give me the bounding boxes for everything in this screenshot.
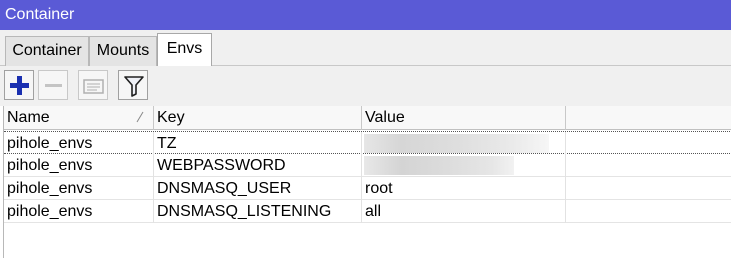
tab-container[interactable]: Container: [5, 36, 89, 66]
plus-icon: [10, 76, 29, 95]
column-header-key[interactable]: Key: [154, 106, 362, 130]
window-title: Container: [5, 6, 75, 23]
cell-key: DNSMASQ_USER: [154, 177, 362, 200]
column-header-label: Value: [365, 109, 405, 126]
envs-table: Name Key Value pihole_envs TZ pihole_env…: [3, 106, 731, 258]
table-row[interactable]: pihole_envs WEBPASSWORD: [4, 154, 731, 177]
redacted-value: [364, 134, 549, 153]
table-row[interactable]: pihole_envs DNSMASQ_USER root: [4, 177, 731, 200]
comment-icon: [83, 79, 104, 94]
column-header-label: Name: [7, 109, 50, 126]
filter-icon: [124, 76, 144, 97]
toolbar: [0, 66, 731, 106]
column-header-value[interactable]: Value: [362, 106, 566, 130]
column-header-label: Key: [157, 109, 185, 126]
cell-value: all: [362, 200, 566, 223]
minus-icon: [45, 84, 62, 87]
tab-container-label: Container: [12, 42, 82, 59]
tab-mounts[interactable]: Mounts: [89, 36, 157, 66]
table-row[interactable]: pihole_envs DNSMASQ_LISTENING all: [4, 200, 731, 223]
table-row[interactable]: pihole_envs TZ: [4, 131, 731, 155]
cell-key: DNSMASQ_LISTENING: [154, 200, 362, 223]
column-header-name[interactable]: Name: [4, 106, 154, 130]
tab-envs[interactable]: Envs: [157, 33, 212, 67]
cell-name: pihole_envs: [4, 200, 154, 223]
cell-name: pihole_envs: [4, 154, 154, 177]
cell-key: WEBPASSWORD: [154, 154, 362, 177]
cell-value: root: [362, 177, 566, 200]
cell-key: TZ: [154, 132, 362, 155]
redacted-value: [364, 156, 514, 175]
tab-strip: Container Mounts Envs: [0, 30, 731, 67]
remove-button[interactable]: [38, 70, 68, 100]
tab-envs-label: Envs: [166, 40, 203, 57]
cell-name: pihole_envs: [4, 132, 154, 155]
table-header: Name Key Value: [4, 106, 731, 130]
window-title-bar: Container: [0, 0, 731, 30]
add-button[interactable]: [4, 70, 34, 100]
sort-icon: [136, 111, 144, 123]
cell-name: pihole_envs: [4, 177, 154, 200]
filter-button[interactable]: [118, 70, 148, 100]
comment-button[interactable]: [78, 70, 108, 100]
tab-mounts-label: Mounts: [96, 42, 150, 59]
